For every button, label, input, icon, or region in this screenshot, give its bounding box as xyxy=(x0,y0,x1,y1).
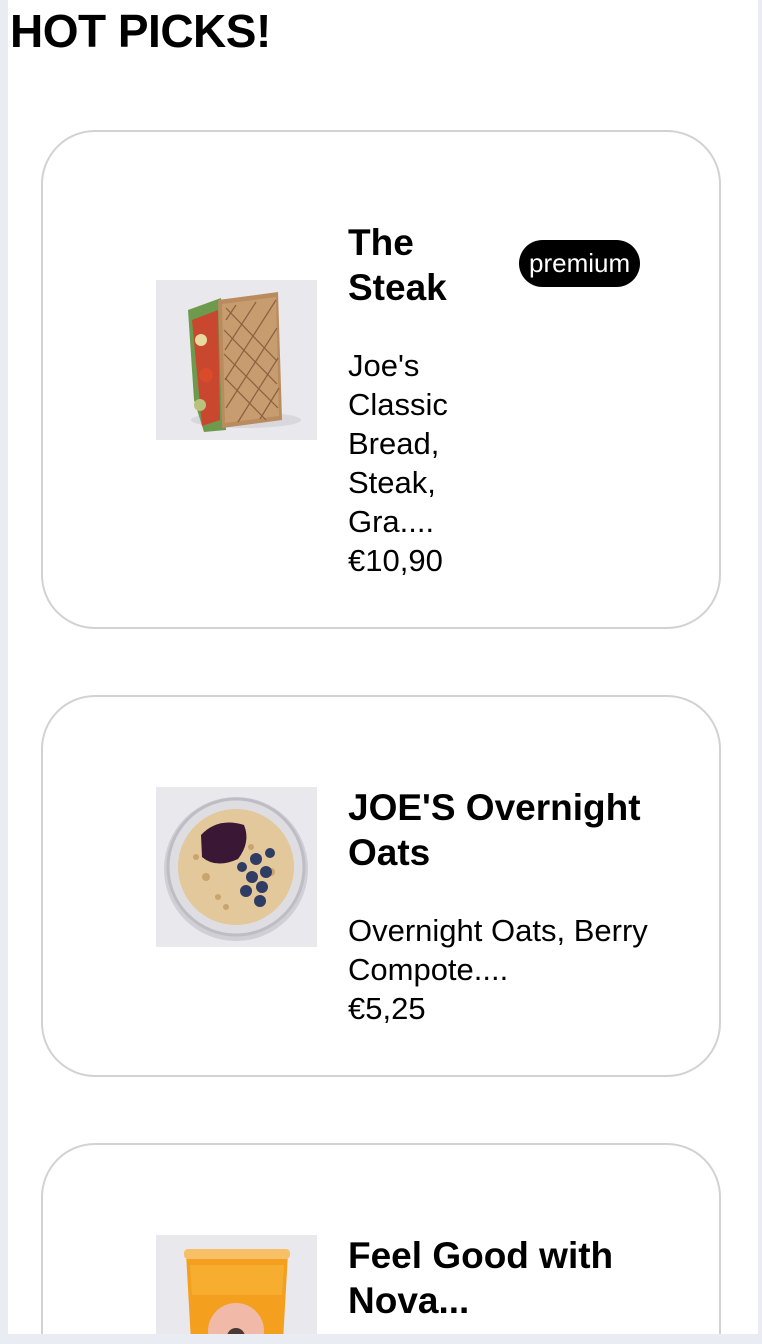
product-image-steak[interactable] xyxy=(156,280,317,440)
product-description: Overnight Oats, Berry Compote.... xyxy=(348,913,648,987)
product-image-juice[interactable] xyxy=(156,1235,317,1334)
product-price: €5,25 xyxy=(348,991,426,1026)
page-heading: HOT PICKS! xyxy=(10,5,271,57)
product-price: €10,90 xyxy=(348,543,443,578)
product-description: Joe's Classic Bread, Steak, Gra.... xyxy=(348,348,448,539)
product-title[interactable]: The Steak xyxy=(348,220,488,310)
premium-badge: premium xyxy=(519,240,641,287)
product-card-the-steak[interactable]: The Steak premium Joe's Classic Bread, S… xyxy=(41,130,721,629)
steak-sandwich-image xyxy=(156,280,317,440)
product-card-overnight-oats[interactable]: JOE'S Overnight Oats Overnight Oats, Ber… xyxy=(41,695,721,1077)
product-title[interactable]: JOE'S Overnight Oats xyxy=(348,785,708,875)
page: HOT PICKS! The Steak premium Joe's Class… xyxy=(8,0,758,1334)
overnight-oats-image xyxy=(156,787,317,947)
product-card-feel-good-with-nova[interactable]: Feel Good with Nova... xyxy=(41,1143,721,1334)
product-title[interactable]: Feel Good with Nova... xyxy=(348,1233,688,1323)
product-image-oats[interactable] xyxy=(156,787,317,947)
juice-cup-image xyxy=(156,1235,317,1334)
